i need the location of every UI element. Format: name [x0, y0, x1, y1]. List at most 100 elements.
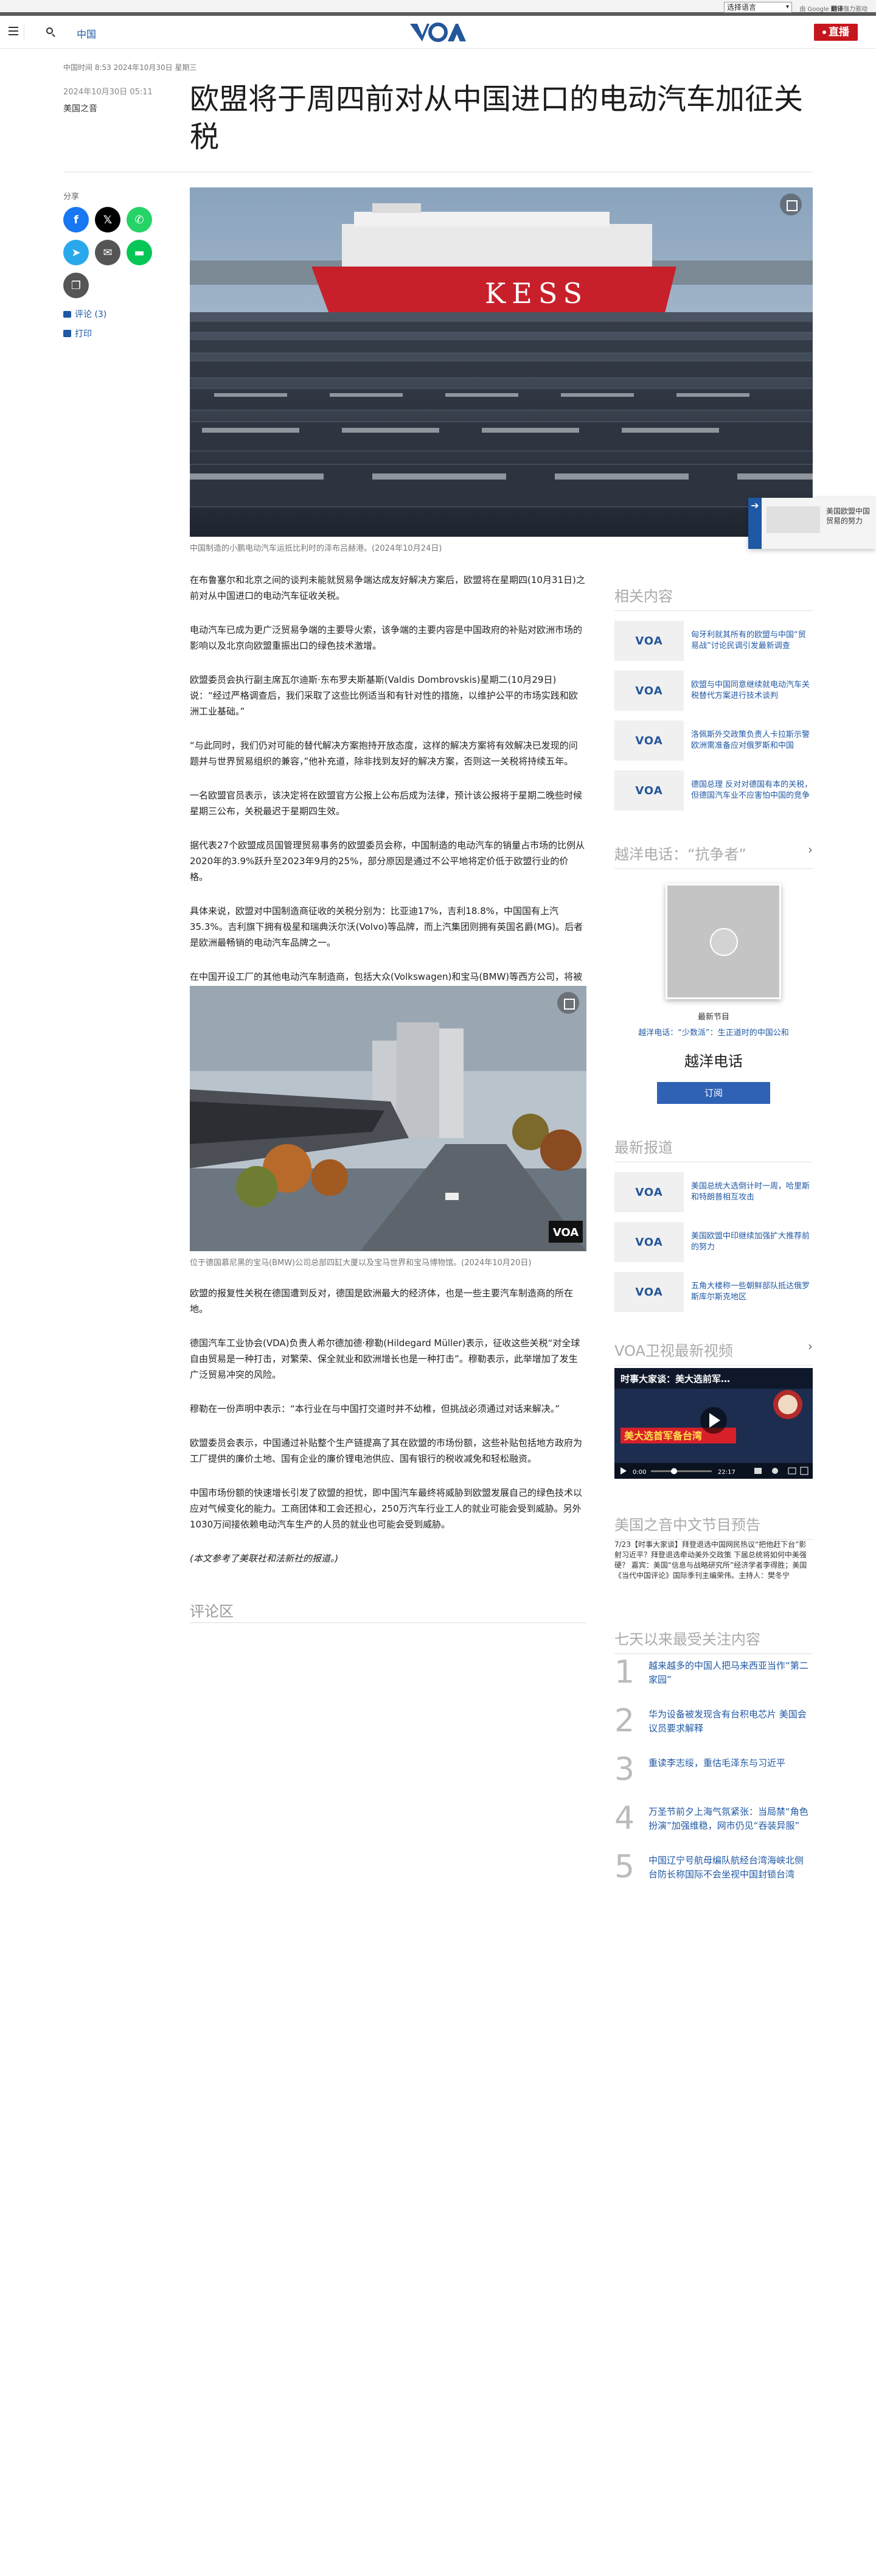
- article-title: 欧盟将于周四前对从中国进口的电动汽车加征关税: [190, 82, 804, 154]
- related-thumbnail: VOA: [614, 770, 684, 811]
- related-heading: 相关内容: [614, 588, 673, 605]
- facebook-glyph: f: [74, 213, 78, 226]
- podcast-artwork[interactable]: [666, 884, 781, 999]
- article-body-a: 在布鲁塞尔和北京之间的谈判未能就贸易争端达成友好解决方案后，欧盟将在星期四(10…: [190, 572, 586, 1019]
- voa-logo-mini: VOA: [635, 684, 663, 697]
- video-player[interactable]: 时事大家谈：美大选前军… 美大选首军备台湾 0:00 22:17: [614, 1368, 813, 1479]
- video-heading[interactable]: VOA卫视最新视频 ›: [614, 1339, 813, 1360]
- video-duration: 22:17: [718, 1469, 735, 1476]
- rank-number: 1: [614, 1654, 635, 1691]
- facebook-icon[interactable]: f: [63, 207, 89, 232]
- related-item-title[interactable]: 德国总理 反对对德国有本的关税，但德国汽车业不应害怕中国的竞争: [691, 780, 813, 801]
- voa-logo-mini: VOA: [635, 734, 663, 747]
- related-item-title[interactable]: 欧盟与中国同意继续就电动汽车关税替代方案进行技术谈判: [691, 680, 813, 702]
- most-read-item[interactable]: 2 华为设备被发现含有台积电芯片 美国会议员要求解释: [614, 1705, 813, 1737]
- floating-promo[interactable]: ➔ 美国欧盟中国贸易的努力: [748, 498, 876, 549]
- schedule-text: 7/23【时事大家谈】拜登退选中国网民热议“把他赶下台”影射习近平？拜登退选牵动…: [614, 1540, 807, 1580]
- voa-logo-mini: VOA: [635, 1235, 663, 1249]
- telegram-icon[interactable]: ➤: [63, 240, 89, 265]
- voa-logo[interactable]: [409, 22, 467, 43]
- share-label: 分享: [63, 192, 80, 201]
- nav-link-china[interactable]: 中国: [77, 26, 96, 41]
- most-read-title[interactable]: 华为设备被发现含有台积电芯片 美国会议员要求解释: [648, 1705, 813, 1737]
- gt-suffix: 强力驱动: [843, 6, 867, 13]
- video-heading-text: VOA卫视最新视频: [614, 1342, 733, 1360]
- site-header: 中国 直播: [0, 16, 876, 49]
- chevron-right-icon[interactable]: ›: [808, 842, 813, 857]
- podcast-episode-link[interactable]: 越洋电话：“少数派”：生正道时的中国公和: [614, 1026, 813, 1038]
- related-item-title[interactable]: 匈牙利就其所有的欧盟与中国“贸易战”讨论民调引发最新调查: [691, 630, 813, 652]
- x-icon[interactable]: 𝕏: [95, 207, 120, 232]
- most-read-item[interactable]: 3 重读李志绥，重估毛泽东与习近平: [614, 1754, 813, 1785]
- paragraph: 据代表27个欧盟成员国管理贸易事务的欧盟委员会称，中国制造的电动汽车的销量占市场…: [190, 840, 585, 882]
- email-icon[interactable]: ✉: [95, 240, 120, 265]
- latest-item[interactable]: VOA 美国欧盟中印继续加强扩大推荐前的努力: [614, 1222, 813, 1262]
- most-read-title[interactable]: 重读李志绥，重估毛泽东与习近平: [648, 1754, 785, 1785]
- live-button[interactable]: 直播: [814, 24, 858, 41]
- most-read-title[interactable]: 万圣节前夕上海气氛紧张：当局禁“角色扮演”加强维稳，网市仍见“吞装异服”: [648, 1803, 813, 1834]
- article-section[interactable]: 美国之音: [63, 102, 97, 114]
- footnote: (本文参考了美联社和法新社的报道。): [190, 1553, 339, 1564]
- play-icon[interactable]: [710, 928, 738, 956]
- subscribe-button[interactable]: 订阅: [657, 1082, 770, 1104]
- related-item[interactable]: VOA 匈牙利就其所有的欧盟与中国“贸易战”讨论民调引发最新调查: [614, 621, 813, 661]
- gt-prefix: 由 Google: [799, 6, 829, 13]
- live-dot-icon: [822, 30, 826, 34]
- related-item[interactable]: VOA 洛佩斯外交政策负责人卡拉斯示警 欧洲需准备应对俄罗斯和中国: [614, 721, 813, 761]
- chevron-right-icon[interactable]: ›: [808, 1339, 813, 1353]
- latest-item-title[interactable]: 五角大楼称一些朝鲜部队抵达俄罗斯库尔斯克地区: [691, 1281, 813, 1303]
- comment-icon: [63, 311, 71, 318]
- most-read-item[interactable]: 5 中国辽宁号航母编队航经台湾海峡北侧 台防长称国际不会坐视中国封锁台湾: [614, 1851, 813, 1883]
- fullscreen-icon[interactable]: [780, 194, 802, 215]
- related-item-title[interactable]: 洛佩斯外交政策负责人卡拉斯示警 欧洲需准备应对俄罗斯和中国: [691, 730, 813, 752]
- share-row-3: ❐: [63, 273, 89, 298]
- share-row-1: f 𝕏 ✆: [63, 207, 152, 232]
- x-glyph: 𝕏: [103, 213, 113, 226]
- fullscreen-icon[interactable]: [557, 992, 579, 1014]
- hero-image: KESS: [190, 187, 813, 537]
- gt-brand[interactable]: 翻译: [831, 6, 843, 13]
- latest-thumbnail: VOA: [614, 1172, 684, 1212]
- line-icon[interactable]: ▬: [127, 240, 152, 265]
- most-read-title[interactable]: 越来越多的中国人把马来西亚当作“第二家园”: [648, 1656, 813, 1688]
- divider: [190, 1622, 586, 1623]
- hamburger-menu-icon[interactable]: [9, 24, 24, 40]
- related-item[interactable]: VOA 德国总理 反对对德国有本的关税，但德国汽车业不应害怕中国的竞争: [614, 770, 813, 811]
- latest-item-title[interactable]: 美国欧盟中印继续加强扩大推荐前的努力: [691, 1231, 813, 1253]
- live-label: 直播: [829, 26, 849, 38]
- most-read-item[interactable]: 1 越来越多的中国人把马来西亚当作“第二家园”: [614, 1656, 813, 1688]
- voa-logo-mini: VOA: [635, 1185, 663, 1199]
- voa-logo-mini: VOA: [635, 784, 663, 797]
- most-read-item[interactable]: 4 万圣节前夕上海气氛紧张：当局禁“角色扮演”加强维稳，网市仍见“吞装异服”: [614, 1803, 813, 1834]
- article-date: 2024年10月30日 05:11: [63, 88, 153, 97]
- latest-item[interactable]: VOA 美国总统大选倒计时一周，哈里斯和特朗普相互攻击: [614, 1172, 813, 1212]
- most-read-list: 1 越来越多的中国人把马来西亚当作“第二家园” 2 华为设备被发现含有台积电芯片 美…: [614, 1656, 813, 1900]
- related-item[interactable]: VOA 欧盟与中国同意继续就电动汽车关税替代方案进行技术谈判: [614, 671, 813, 711]
- paragraph: 穆勒在一份声明中表示：“本行业在与中国打交道时并不幼稚，但挑战必须通过对话来解决…: [190, 1403, 560, 1414]
- podcast-heading[interactable]: 越洋电话：“抗争者” ›: [614, 842, 813, 864]
- rank-number: 2: [614, 1703, 635, 1739]
- copy-link-icon[interactable]: ❐: [63, 273, 89, 298]
- rank-number: 4: [614, 1800, 635, 1837]
- search-icon[interactable]: [43, 24, 58, 40]
- translate-bar: 选择语言 ▾ 由 Google 翻译强力驱动: [0, 0, 876, 16]
- podcast-name: 越洋电话: [684, 1053, 743, 1070]
- paragraph: 中国市场份额的快速增长引发了欧盟的担忧，即中国汽车最终将威胁到欧盟发展自己的绿色…: [190, 1487, 583, 1530]
- print-link[interactable]: 打印: [63, 327, 92, 340]
- latest-item-title[interactable]: 美国总统大选倒计时一周，哈里斯和特朗普相互攻击: [691, 1181, 813, 1203]
- podcast-heading-text: 越洋电话：“抗争者”: [614, 846, 746, 863]
- language-select[interactable]: 选择语言 ▾: [724, 2, 792, 13]
- video-banner: 美大选首军备台湾: [624, 1430, 702, 1442]
- chevron-down-icon: ▾: [785, 4, 789, 10]
- comments-link[interactable]: 评论 (3): [63, 308, 106, 320]
- rank-number: 3: [614, 1751, 635, 1788]
- most-read-title[interactable]: 中国辽宁号航母编队航经台湾海峡北侧 台防长称国际不会坐视中国封锁台湾: [648, 1851, 813, 1883]
- paragraph: 具体来说，欧盟对中国制造商征收的关税分别为：比亚迪17%，吉利18.8%，中国国…: [190, 906, 583, 948]
- whatsapp-icon[interactable]: ✆: [127, 207, 152, 232]
- print-label: 打印: [75, 329, 92, 339]
- arrow-right-icon[interactable]: ➔: [748, 498, 762, 549]
- latest-item[interactable]: VOA 五角大楼称一些朝鲜部队抵达俄罗斯库尔斯克地区: [614, 1272, 813, 1312]
- hero-photo-illustration: KESS: [190, 187, 813, 537]
- paragraph: 欧盟委员会表示，中国通过补贴整个生产链提高了其在欧盟的市场份额，这些补贴包括地方…: [190, 1437, 583, 1464]
- language-select-value: 选择语言: [727, 3, 757, 12]
